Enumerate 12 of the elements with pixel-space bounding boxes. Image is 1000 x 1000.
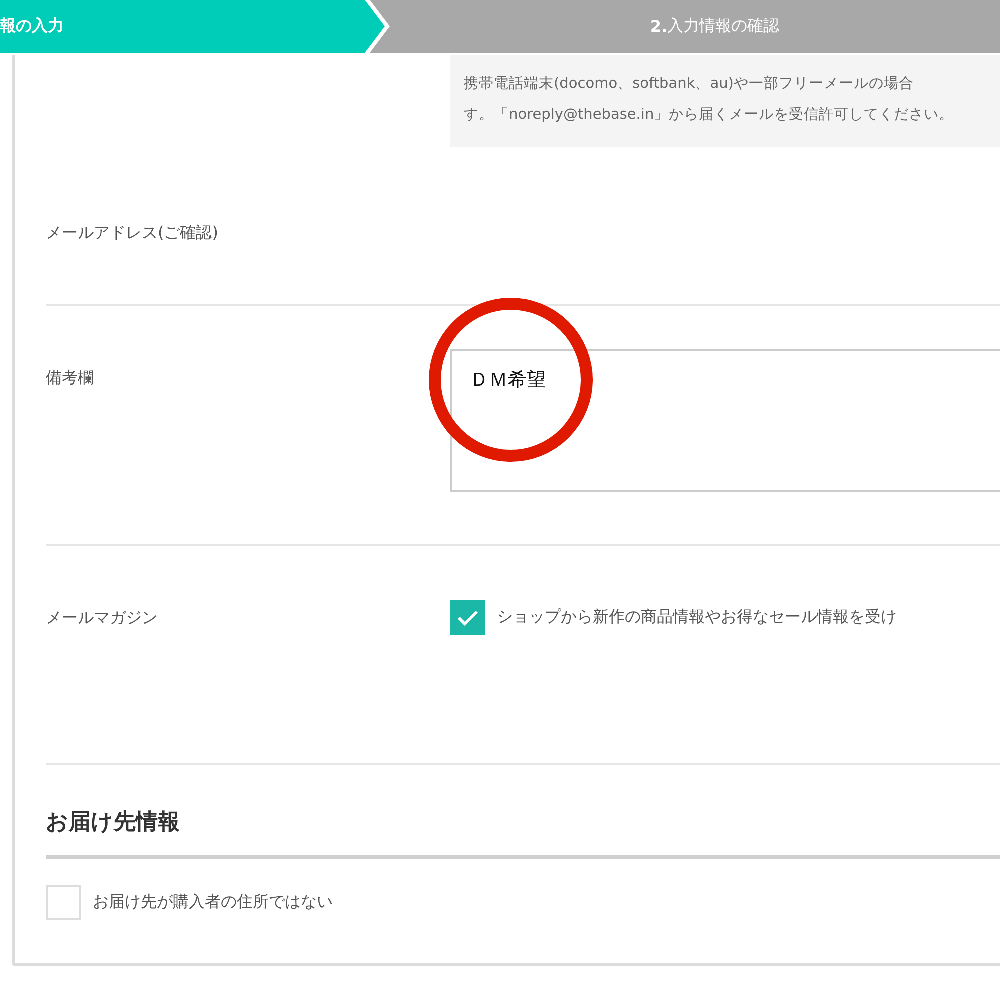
option-label: お届け先が購入者の住所ではない <box>93 892 333 913</box>
notice-text: す。「noreply@thebase.in」から届くメールを受信許可してください。 <box>464 106 954 125</box>
field-label: メールマガジン <box>46 608 159 629</box>
field-label: 備考欄 <box>46 368 95 389</box>
check-icon <box>456 610 478 626</box>
notice-text: 携帯電話端末(docomo、softbank、au)や一部フリーメールの場合 <box>464 74 914 94</box>
option-label: ショップから新作の商品情報やお得なセール情報を受け <box>497 607 897 628</box>
step-tab[interactable]: 報の入力 <box>0 0 385 53</box>
checkbox[interactable] <box>450 600 485 635</box>
field-label: メールアドレス(ご確認) <box>46 223 218 244</box>
remarks-field[interactable]: ＤＭ希望 <box>450 349 1000 492</box>
section-heading: お届け先情報 <box>46 807 1000 859</box>
